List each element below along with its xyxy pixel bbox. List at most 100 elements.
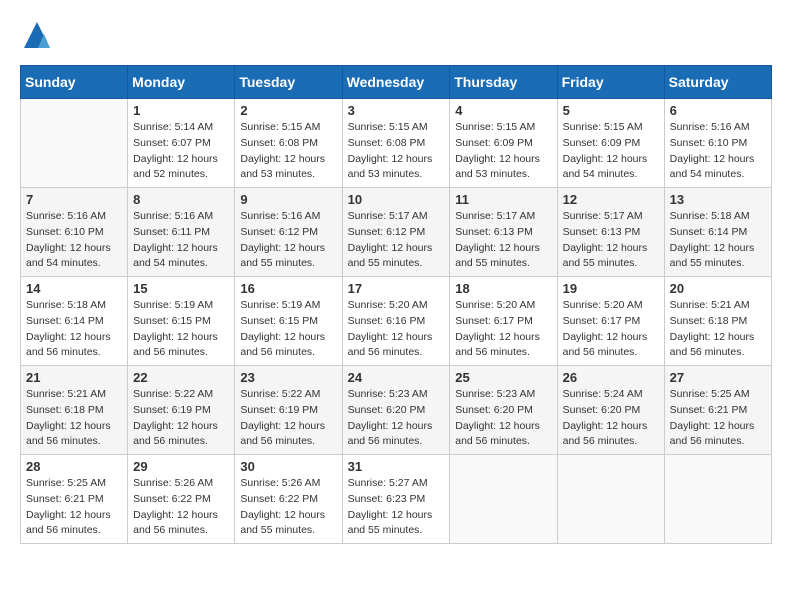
sunset-text: Sunset: 6:21 PM: [670, 403, 766, 419]
day-number: 6: [670, 103, 766, 118]
calendar-cell: 23 Sunrise: 5:22 AM Sunset: 6:19 PM Dayl…: [235, 366, 342, 455]
logo-icon: [22, 20, 52, 50]
sunset-text: Sunset: 6:19 PM: [240, 403, 336, 419]
sunrise-text: Sunrise: 5:15 AM: [455, 120, 551, 136]
header-day-thursday: Thursday: [450, 66, 557, 99]
calendar-cell: 2 Sunrise: 5:15 AM Sunset: 6:08 PM Dayli…: [235, 99, 342, 188]
calendar-cell: 17 Sunrise: 5:20 AM Sunset: 6:16 PM Dayl…: [342, 277, 450, 366]
day-info: Sunrise: 5:16 AM Sunset: 6:10 PM Dayligh…: [26, 209, 122, 272]
calendar-cell: 13 Sunrise: 5:18 AM Sunset: 6:14 PM Dayl…: [664, 188, 771, 277]
calendar-cell: 22 Sunrise: 5:22 AM Sunset: 6:19 PM Dayl…: [128, 366, 235, 455]
daylight-text: Daylight: 12 hours and 55 minutes.: [240, 241, 336, 273]
day-info: Sunrise: 5:23 AM Sunset: 6:20 PM Dayligh…: [348, 387, 445, 450]
day-number: 2: [240, 103, 336, 118]
day-info: Sunrise: 5:23 AM Sunset: 6:20 PM Dayligh…: [455, 387, 551, 450]
calendar-week-row: 14 Sunrise: 5:18 AM Sunset: 6:14 PM Dayl…: [21, 277, 772, 366]
calendar-cell: 1 Sunrise: 5:14 AM Sunset: 6:07 PM Dayli…: [128, 99, 235, 188]
daylight-text: Daylight: 12 hours and 53 minutes.: [240, 152, 336, 184]
day-number: 7: [26, 192, 122, 207]
sunrise-text: Sunrise: 5:15 AM: [240, 120, 336, 136]
sunrise-text: Sunrise: 5:15 AM: [348, 120, 445, 136]
daylight-text: Daylight: 12 hours and 56 minutes.: [455, 330, 551, 362]
calendar-cell: 28 Sunrise: 5:25 AM Sunset: 6:21 PM Dayl…: [21, 455, 128, 544]
day-info: Sunrise: 5:20 AM Sunset: 6:17 PM Dayligh…: [563, 298, 659, 361]
day-info: Sunrise: 5:16 AM Sunset: 6:12 PM Dayligh…: [240, 209, 336, 272]
day-info: Sunrise: 5:15 AM Sunset: 6:09 PM Dayligh…: [455, 120, 551, 183]
day-info: Sunrise: 5:16 AM Sunset: 6:10 PM Dayligh…: [670, 120, 766, 183]
sunset-text: Sunset: 6:22 PM: [133, 492, 229, 508]
sunset-text: Sunset: 6:08 PM: [240, 136, 336, 152]
day-info: Sunrise: 5:15 AM Sunset: 6:09 PM Dayligh…: [563, 120, 659, 183]
header: [20, 20, 772, 55]
sunset-text: Sunset: 6:12 PM: [240, 225, 336, 241]
sunrise-text: Sunrise: 5:26 AM: [240, 476, 336, 492]
calendar-cell: 8 Sunrise: 5:16 AM Sunset: 6:11 PM Dayli…: [128, 188, 235, 277]
day-number: 13: [670, 192, 766, 207]
sunset-text: Sunset: 6:10 PM: [670, 136, 766, 152]
sunrise-text: Sunrise: 5:15 AM: [563, 120, 659, 136]
day-number: 21: [26, 370, 122, 385]
sunrise-text: Sunrise: 5:18 AM: [670, 209, 766, 225]
calendar-cell: 18 Sunrise: 5:20 AM Sunset: 6:17 PM Dayl…: [450, 277, 557, 366]
daylight-text: Daylight: 12 hours and 56 minutes.: [133, 330, 229, 362]
day-number: 8: [133, 192, 229, 207]
day-info: Sunrise: 5:22 AM Sunset: 6:19 PM Dayligh…: [240, 387, 336, 450]
calendar-week-row: 21 Sunrise: 5:21 AM Sunset: 6:18 PM Dayl…: [21, 366, 772, 455]
day-info: Sunrise: 5:17 AM Sunset: 6:13 PM Dayligh…: [563, 209, 659, 272]
day-number: 3: [348, 103, 445, 118]
daylight-text: Daylight: 12 hours and 56 minutes.: [133, 508, 229, 540]
day-number: 14: [26, 281, 122, 296]
calendar-week-row: 7 Sunrise: 5:16 AM Sunset: 6:10 PM Dayli…: [21, 188, 772, 277]
sunrise-text: Sunrise: 5:17 AM: [455, 209, 551, 225]
day-info: Sunrise: 5:26 AM Sunset: 6:22 PM Dayligh…: [133, 476, 229, 539]
sunset-text: Sunset: 6:14 PM: [670, 225, 766, 241]
day-number: 4: [455, 103, 551, 118]
day-info: Sunrise: 5:20 AM Sunset: 6:16 PM Dayligh…: [348, 298, 445, 361]
calendar-cell: 12 Sunrise: 5:17 AM Sunset: 6:13 PM Dayl…: [557, 188, 664, 277]
sunrise-text: Sunrise: 5:16 AM: [670, 120, 766, 136]
calendar-cell: 4 Sunrise: 5:15 AM Sunset: 6:09 PM Dayli…: [450, 99, 557, 188]
day-info: Sunrise: 5:17 AM Sunset: 6:12 PM Dayligh…: [348, 209, 445, 272]
day-number: 25: [455, 370, 551, 385]
calendar-cell: [557, 455, 664, 544]
daylight-text: Daylight: 12 hours and 56 minutes.: [133, 419, 229, 451]
sunrise-text: Sunrise: 5:21 AM: [26, 387, 122, 403]
sunset-text: Sunset: 6:20 PM: [563, 403, 659, 419]
day-info: Sunrise: 5:22 AM Sunset: 6:19 PM Dayligh…: [133, 387, 229, 450]
day-info: Sunrise: 5:20 AM Sunset: 6:17 PM Dayligh…: [455, 298, 551, 361]
day-number: 10: [348, 192, 445, 207]
sunrise-text: Sunrise: 5:25 AM: [670, 387, 766, 403]
sunset-text: Sunset: 6:16 PM: [348, 314, 445, 330]
sunset-text: Sunset: 6:11 PM: [133, 225, 229, 241]
sunset-text: Sunset: 6:10 PM: [26, 225, 122, 241]
calendar-cell: 31 Sunrise: 5:27 AM Sunset: 6:23 PM Dayl…: [342, 455, 450, 544]
calendar-cell: 11 Sunrise: 5:17 AM Sunset: 6:13 PM Dayl…: [450, 188, 557, 277]
sunrise-text: Sunrise: 5:16 AM: [133, 209, 229, 225]
day-info: Sunrise: 5:15 AM Sunset: 6:08 PM Dayligh…: [348, 120, 445, 183]
sunrise-text: Sunrise: 5:19 AM: [133, 298, 229, 314]
day-number: 24: [348, 370, 445, 385]
day-info: Sunrise: 5:17 AM Sunset: 6:13 PM Dayligh…: [455, 209, 551, 272]
header-day-friday: Friday: [557, 66, 664, 99]
daylight-text: Daylight: 12 hours and 52 minutes.: [133, 152, 229, 184]
day-number: 20: [670, 281, 766, 296]
sunrise-text: Sunrise: 5:20 AM: [563, 298, 659, 314]
daylight-text: Daylight: 12 hours and 54 minutes.: [26, 241, 122, 273]
day-number: 18: [455, 281, 551, 296]
day-info: Sunrise: 5:25 AM Sunset: 6:21 PM Dayligh…: [26, 476, 122, 539]
calendar-cell: 25 Sunrise: 5:23 AM Sunset: 6:20 PM Dayl…: [450, 366, 557, 455]
day-number: 11: [455, 192, 551, 207]
header-day-tuesday: Tuesday: [235, 66, 342, 99]
sunset-text: Sunset: 6:20 PM: [455, 403, 551, 419]
sunrise-text: Sunrise: 5:23 AM: [455, 387, 551, 403]
day-info: Sunrise: 5:18 AM Sunset: 6:14 PM Dayligh…: [670, 209, 766, 272]
daylight-text: Daylight: 12 hours and 55 minutes.: [240, 508, 336, 540]
calendar-cell: 21 Sunrise: 5:21 AM Sunset: 6:18 PM Dayl…: [21, 366, 128, 455]
daylight-text: Daylight: 12 hours and 56 minutes.: [26, 419, 122, 451]
daylight-text: Daylight: 12 hours and 54 minutes.: [670, 152, 766, 184]
day-number: 27: [670, 370, 766, 385]
daylight-text: Daylight: 12 hours and 56 minutes.: [670, 419, 766, 451]
day-number: 17: [348, 281, 445, 296]
sunset-text: Sunset: 6:18 PM: [26, 403, 122, 419]
calendar-week-row: 28 Sunrise: 5:25 AM Sunset: 6:21 PM Dayl…: [21, 455, 772, 544]
